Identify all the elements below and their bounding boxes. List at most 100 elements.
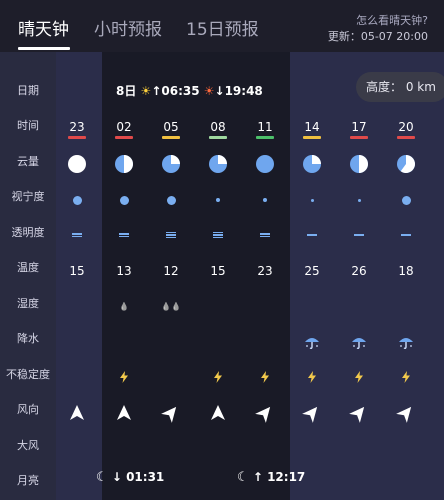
lightning-icon — [261, 371, 269, 383]
instability-cell — [336, 362, 382, 392]
moon-icon: ☾ — [237, 470, 249, 485]
row-label-transparency: 透明度 — [11, 226, 45, 239]
lightning-icon — [308, 371, 316, 383]
wind-direction-cell — [383, 398, 429, 428]
hour-label: 11 — [257, 119, 273, 134]
wind-arrow-icon — [396, 406, 412, 423]
temperature-cell: 25 — [304, 264, 320, 278]
tab-15-day-forecast[interactable]: 15日预报 — [186, 15, 259, 40]
row-label-gale: 大风 — [17, 439, 39, 452]
hour-quality-marker — [115, 135, 133, 139]
time-cell: 02 — [101, 114, 147, 144]
hour-label: 08 — [210, 119, 226, 134]
seeing-cell — [101, 185, 147, 215]
wind-direction-cell — [101, 398, 147, 428]
top-tab-bar: 晴天钟 小时预报 15日预报 怎么看晴天钟? 更新：05-07 20:00 — [0, 0, 444, 52]
cloud-cell — [195, 149, 241, 179]
moonrise-time: ↑ 12:17 — [252, 470, 306, 484]
hour-label: 23 — [69, 119, 85, 134]
wind-direction-cell — [54, 398, 100, 428]
transparency-cell — [148, 220, 194, 250]
cloud-cell — [289, 149, 335, 179]
row-label-temperature: 温度 — [17, 261, 39, 274]
time-cell: 20 — [383, 114, 429, 144]
temperature-cell: 15 — [69, 264, 85, 278]
hour-quality-marker — [68, 135, 86, 139]
humidity-drop-icon: 💧 — [119, 301, 129, 311]
wind-arrow-icon — [117, 405, 131, 420]
transparency-bars-icon — [307, 234, 317, 236]
cloud-cover-icon — [256, 155, 274, 173]
precipitation-cell — [383, 327, 429, 357]
humidity-cell — [289, 291, 335, 321]
cloud-cover-icon — [350, 155, 368, 173]
seeing-dot-icon — [357, 198, 361, 202]
instability-cell — [148, 362, 194, 392]
wind-arrow-icon — [211, 405, 225, 420]
time-cell: 17 — [336, 114, 382, 144]
humidity-cell — [336, 291, 382, 321]
temperature-cell: 15 — [210, 264, 226, 278]
humidity-cell — [54, 291, 100, 321]
transparency-cell — [383, 220, 429, 250]
seeing-cell — [195, 185, 241, 215]
row-label-precipitation: 降水 — [17, 332, 39, 345]
transparency-bars-icon — [260, 233, 270, 237]
seeing-dot-icon — [166, 195, 176, 205]
sunset-time: ↓19:48 — [214, 84, 263, 98]
row-label-cloud: 云量 — [17, 155, 39, 168]
seeing-cell — [289, 185, 335, 215]
cloud-cell — [242, 149, 288, 179]
help-link[interactable]: 怎么看晴天钟? — [356, 12, 428, 28]
umbrella-rain-icon — [305, 338, 319, 350]
transparency-cell — [195, 220, 241, 250]
hour-quality-marker — [209, 135, 227, 139]
temperature-cell: 18 — [398, 264, 414, 278]
hour-label: 20 — [398, 119, 414, 134]
instability-cell — [195, 362, 241, 392]
sunset-icon: ☀ — [203, 84, 215, 98]
wind-direction-cell — [148, 398, 194, 428]
cloud-cover-icon — [303, 155, 321, 173]
precipitation-cell — [54, 327, 100, 357]
precipitation-cell — [101, 327, 147, 357]
transparency-cell — [54, 220, 100, 250]
lightning-icon — [355, 371, 363, 383]
time-cell: 08 — [195, 114, 241, 144]
cloud-cell — [54, 149, 100, 179]
humidity-cell — [383, 291, 429, 321]
seeing-cell — [242, 185, 288, 215]
moonrise-event: ☾ ↑ 12:17 — [237, 470, 305, 485]
cloud-cell — [101, 149, 147, 179]
row-label-date: 日期 — [17, 84, 39, 97]
umbrella-rain-icon — [399, 338, 413, 350]
tab-hourly-forecast[interactable]: 小时预报 — [94, 15, 162, 40]
temperature-cell: 13 — [116, 264, 132, 278]
row-label-time: 时间 — [17, 119, 39, 132]
moon-icon: ☾ — [96, 470, 108, 485]
humidity-cell: 💧 — [101, 291, 147, 321]
instability-cell — [289, 362, 335, 392]
seeing-cell — [54, 185, 100, 215]
cloud-cover-icon — [397, 155, 416, 173]
instability-cell — [383, 362, 429, 392]
moonset-event: ☾ ↓ 01:31 — [96, 470, 164, 485]
transparency-bars-icon — [72, 233, 82, 237]
seeing-dot-icon — [263, 198, 267, 202]
hour-quality-marker — [162, 135, 180, 139]
humidity-drop-icon: 💧💧 — [161, 301, 181, 311]
cloud-cover-icon — [68, 155, 86, 173]
umbrella-rain-icon — [352, 338, 366, 350]
row-label-seeing: 视宁度 — [11, 190, 45, 203]
precipitation-cell — [148, 327, 194, 357]
transparency-cell — [242, 220, 288, 250]
precipitation-cell — [336, 327, 382, 357]
instability-cell — [54, 362, 100, 392]
precipitation-cell — [195, 327, 241, 357]
moonset-time: ↓ 01:31 — [111, 470, 165, 484]
altitude-selector[interactable]: 高度： 0 km — [356, 72, 444, 102]
hour-label: 17 — [351, 119, 367, 134]
precipitation-cell — [242, 327, 288, 357]
tab-sky-clock[interactable]: 晴天钟 — [18, 15, 69, 40]
cloud-cover-icon — [162, 155, 180, 173]
